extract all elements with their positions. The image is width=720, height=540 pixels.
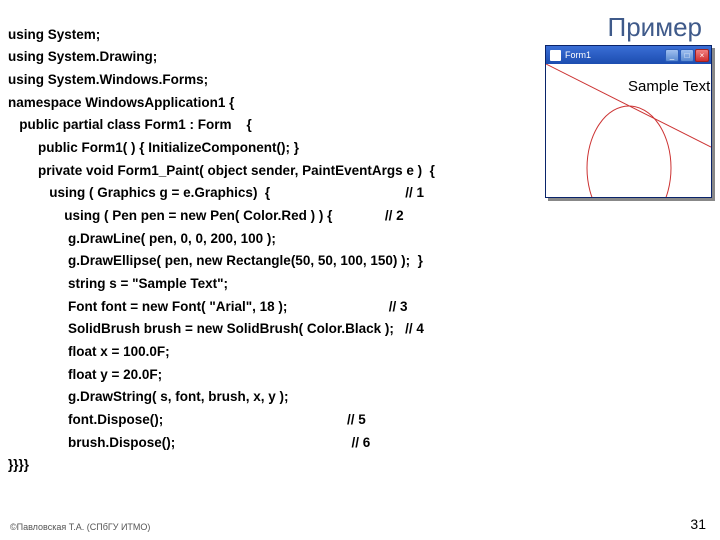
page-number: 31 [690, 516, 706, 532]
slide-title: Пример [608, 12, 702, 43]
close-button[interactable]: × [695, 49, 709, 62]
drawn-text: Sample Text [628, 78, 711, 95]
maximize-button[interactable]: □ [680, 49, 694, 62]
footer-text: ©Павловская Т.А. (СПбГУ ИТМО) [10, 522, 150, 532]
form-canvas: Sample Text [546, 64, 711, 197]
window-title: Form1 [565, 50, 664, 60]
drawn-ellipse [587, 106, 671, 197]
app-icon [550, 50, 561, 61]
drawing-svg: Sample Text [546, 64, 711, 197]
titlebar: Form1 _ □ × [546, 46, 711, 64]
slide: Пример using System; using System.Drawin… [0, 0, 720, 540]
minimize-button[interactable]: _ [665, 49, 679, 62]
code-block: using System; using System.Drawing; usin… [8, 24, 435, 477]
drawn-line [546, 64, 711, 147]
form-window: Form1 _ □ × Sample Text [545, 45, 712, 198]
